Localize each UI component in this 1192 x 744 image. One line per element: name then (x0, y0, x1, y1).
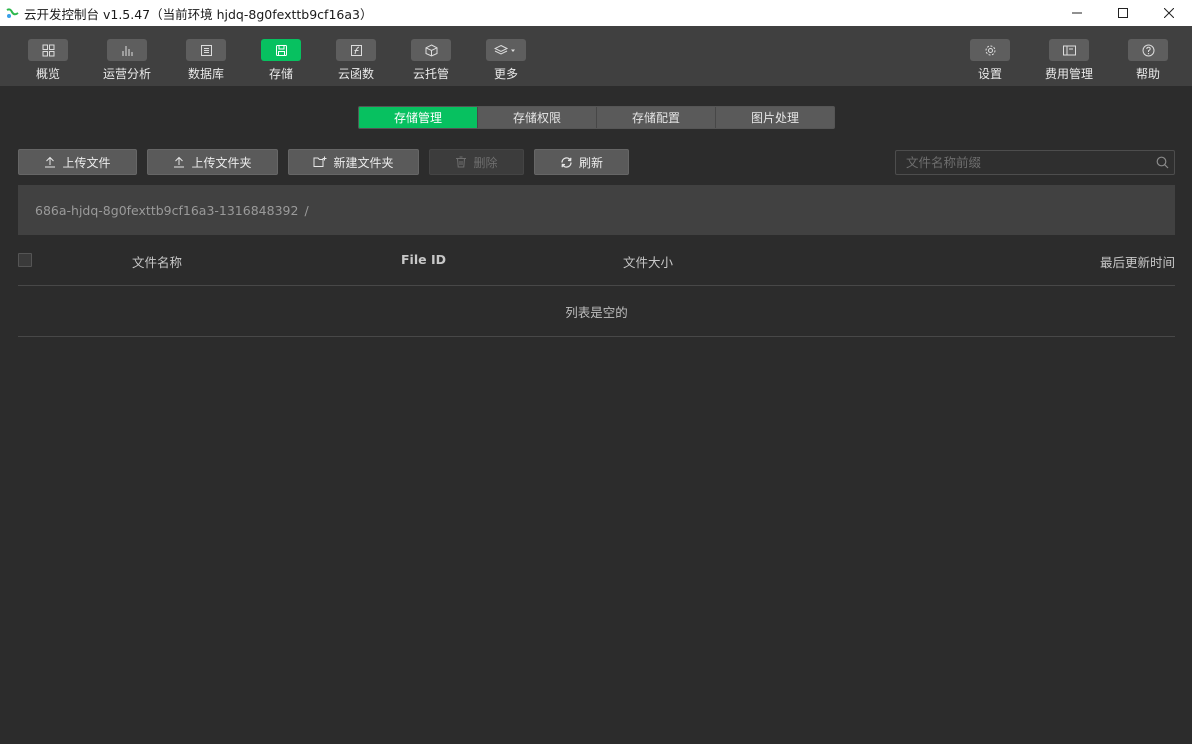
app-logo-icon (5, 6, 19, 20)
upload-file-label: 上传文件 (62, 155, 111, 170)
window-controls (1054, 0, 1192, 26)
select-all-checkbox[interactable] (18, 253, 32, 267)
toolbar-label: 更多 (493, 67, 518, 81)
upload-icon (174, 156, 185, 168)
maximize-icon (1118, 8, 1128, 18)
toolbar-label: 概览 (35, 67, 60, 81)
delete-label: 删除 (473, 155, 498, 170)
gear-icon (970, 39, 1010, 61)
toolbar-functions[interactable]: 云函数 (336, 26, 376, 86)
toolbar-billing[interactable]: 费用管理 (1044, 26, 1094, 86)
empty-list-message: 列表是空的 (18, 286, 1175, 337)
new-folder-label: 新建文件夹 (333, 155, 394, 170)
column-file-size: 文件大小 (623, 255, 674, 270)
file-search (895, 150, 1175, 175)
trash-icon (456, 156, 467, 168)
tab-storage-permissions[interactable]: 存储权限 (478, 107, 597, 128)
refresh-button[interactable]: 刷新 (534, 149, 629, 175)
toolbar-overview[interactable]: 概览 (28, 26, 68, 86)
toolbar-cloud-hosting[interactable]: 云托管 (411, 26, 451, 86)
toolbar-settings[interactable]: 设置 (970, 26, 1010, 86)
main-toolbar: 概览 运营分析 数据库 存储 云函数 云托管 更多 设置 费用管理 帮助 (0, 26, 1192, 86)
toolbar-help[interactable]: 帮助 (1128, 26, 1168, 86)
breadcrumb: 686a-hjdq-8g0fexttb9cf16a3-1316848392 / (18, 185, 1175, 235)
toolbar-database[interactable]: 数据库 (186, 26, 226, 86)
toolbar-more[interactable]: 更多 (486, 26, 526, 86)
breadcrumb-separator: / (304, 202, 309, 218)
new-folder-icon (313, 156, 327, 167)
tab-image-processing[interactable]: 图片处理 (716, 107, 834, 128)
grid-icon (28, 39, 68, 61)
file-table-header: 文件名称 File ID 文件大小 最后更新时间 (18, 236, 1175, 286)
toolbar-label: 设置 (977, 67, 1002, 81)
close-icon (1164, 8, 1174, 18)
breadcrumb-bucket[interactable]: 686a-hjdq-8g0fexttb9cf16a3-1316848392 (35, 203, 298, 218)
database-icon (186, 39, 226, 61)
column-last-updated: 最后更新时间 (1099, 255, 1175, 270)
billing-icon (1049, 39, 1089, 61)
toolbar-label: 运营分析 (102, 67, 151, 81)
function-icon (336, 39, 376, 61)
tab-storage-config[interactable]: 存储配置 (597, 107, 716, 128)
delete-button[interactable]: 删除 (429, 149, 524, 175)
toolbar-label: 费用管理 (1044, 67, 1093, 81)
toolbar-label: 云托管 (412, 67, 449, 81)
column-file-id: File ID (401, 252, 446, 267)
storage-icon (261, 39, 301, 61)
refresh-label: 刷新 (578, 155, 603, 170)
column-file-name: 文件名称 (132, 255, 183, 270)
bar-chart-icon (107, 39, 147, 61)
close-button[interactable] (1146, 0, 1192, 26)
minimize-icon (1072, 12, 1082, 14)
upload-folder-button[interactable]: 上传文件夹 (147, 149, 278, 175)
title-bar: 云开发控制台 v1.5.47（当前环境 hjdq-8g0fexttb9cf16a… (0, 0, 1192, 26)
toolbar-analytics[interactable]: 运营分析 (102, 26, 152, 86)
toolbar-label: 数据库 (187, 67, 224, 81)
layers-icon (486, 39, 526, 61)
storage-tabs: 存储管理 存储权限 存储配置 图片处理 (358, 106, 835, 129)
refresh-icon (561, 156, 572, 168)
toolbar-label: 云函数 (337, 67, 374, 81)
search-icon[interactable] (1150, 156, 1174, 169)
toolbar-storage[interactable]: 存储 (261, 26, 301, 86)
help-icon (1128, 39, 1168, 61)
maximize-button[interactable] (1100, 0, 1146, 26)
window-title: 云开发控制台 v1.5.47（当前环境 hjdq-8g0fexttb9cf16a… (24, 6, 373, 22)
toolbar-label: 帮助 (1135, 67, 1160, 81)
upload-icon (45, 156, 56, 168)
new-folder-button[interactable]: 新建文件夹 (288, 149, 419, 175)
search-input[interactable] (896, 151, 1150, 174)
minimize-button[interactable] (1054, 0, 1100, 26)
toolbar-label: 存储 (268, 67, 293, 81)
upload-file-button[interactable]: 上传文件 (18, 149, 137, 175)
upload-folder-label: 上传文件夹 (191, 155, 252, 170)
tab-storage-management[interactable]: 存储管理 (359, 107, 478, 128)
cube-icon (411, 39, 451, 61)
